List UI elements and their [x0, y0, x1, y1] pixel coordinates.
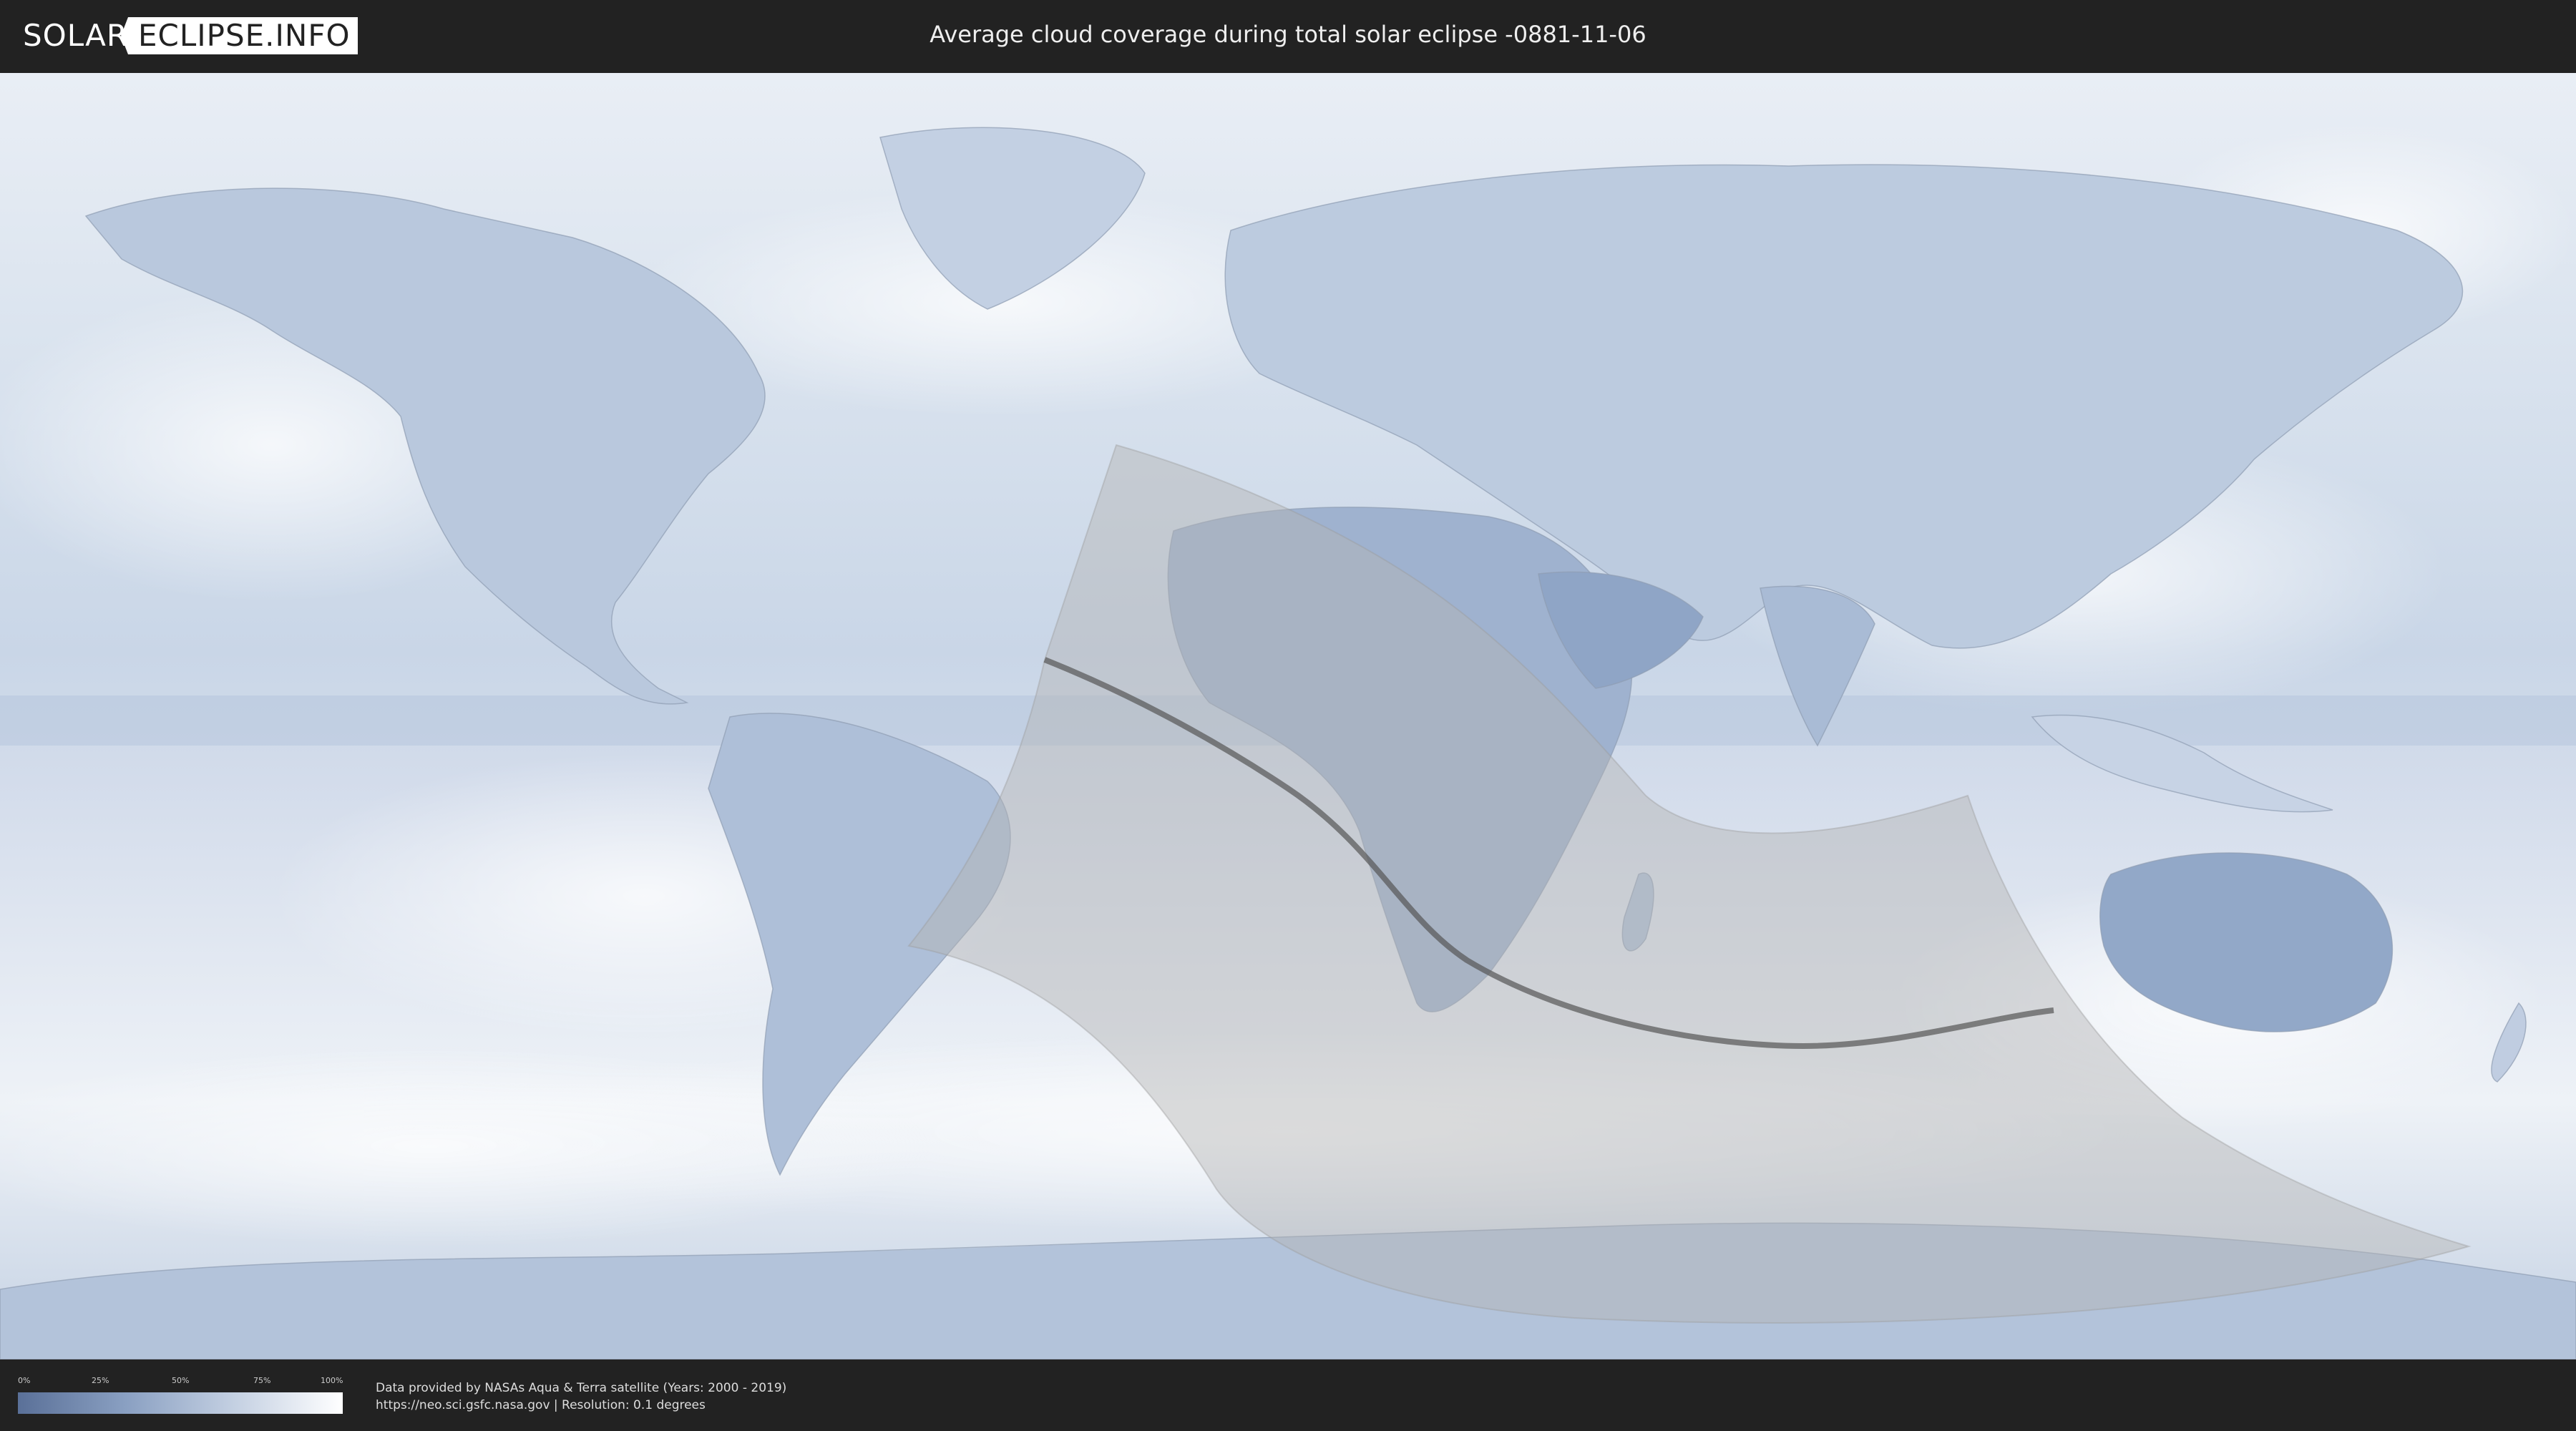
map-canvas: [0, 73, 2576, 1359]
header-bar: SOLAR ECLIPSE.INFO Average cloud coverag…: [0, 0, 2576, 73]
legend-tick-0: 0%: [18, 1376, 31, 1385]
legend-color-scale: [18, 1392, 343, 1414]
legend-tick-25: 25%: [92, 1376, 109, 1385]
data-source-line: https://neo.sci.gsfc.nasa.gov | Resoluti…: [376, 1398, 706, 1412]
cloud-coverage-map: [0, 73, 2576, 1359]
footer-bar: 0% 25% 50% 75% 100% Data provided by NAS…: [0, 1359, 2576, 1431]
page-title: Average cloud coverage during total sola…: [930, 21, 1646, 48]
data-credit-line: Data provided by NASAs Aqua & Terra sate…: [376, 1381, 787, 1395]
legend-tick-75: 75%: [253, 1376, 271, 1385]
legend-tick-50: 50%: [172, 1376, 190, 1385]
legend-tick-100: 100%: [321, 1376, 343, 1385]
